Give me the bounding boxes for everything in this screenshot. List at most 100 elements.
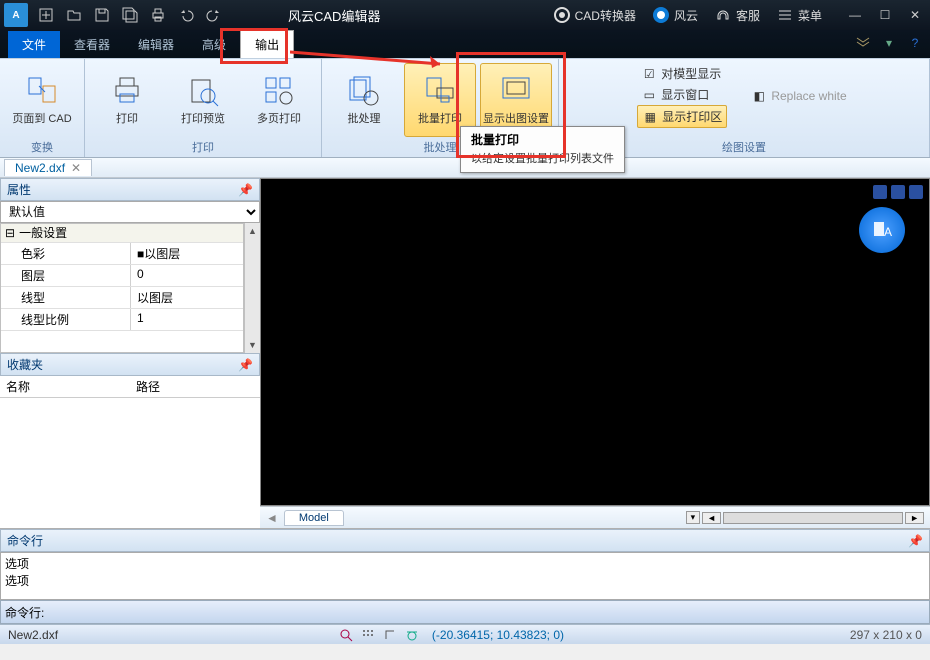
window-icon: ▭ (641, 87, 657, 103)
menu-icon (776, 6, 794, 24)
property-row[interactable]: 色彩■以图层 (1, 243, 243, 265)
command-input-row: 命令行: (0, 600, 930, 624)
qat-new-icon[interactable] (34, 3, 58, 27)
qat-undo-icon[interactable] (174, 3, 198, 27)
favorites-list (0, 398, 260, 528)
layout-tab-model[interactable]: Model (284, 510, 344, 526)
qat-save-icon[interactable] (90, 3, 114, 27)
view-cube-badge[interactable]: A (859, 207, 905, 253)
close-button[interactable]: ✕ (900, 2, 930, 28)
hscroll-right-icon[interactable]: ► (905, 512, 924, 524)
chk-replace-white[interactable]: ◧Replace white (747, 86, 850, 106)
status-coordinates: (-20.36415; 10.43823; 0) (426, 628, 570, 642)
link-cad-converter[interactable]: CAD转换器 (553, 6, 636, 24)
panel-favorites-header[interactable]: 收藏夹 📌 (0, 353, 260, 376)
command-input[interactable] (44, 603, 925, 621)
ribbon-group-convert: 页面到 CAD 变换 (0, 59, 85, 157)
status-tool-ortho-icon[interactable] (382, 627, 398, 643)
ribbon-help-icon[interactable]: ? (906, 34, 924, 52)
ribbon-tab-viewer[interactable]: 查看器 (60, 31, 124, 58)
btn-multi-print[interactable]: 多页打印 (243, 63, 315, 137)
maximize-button[interactable]: ☐ (870, 2, 900, 28)
pin-icon[interactable]: 📌 (238, 358, 253, 372)
properties-section[interactable]: ⊟ 一般设置 (1, 224, 243, 243)
properties-selector[interactable]: 默认值 (0, 201, 260, 223)
hscroll-left-icon[interactable]: ◄ (702, 512, 721, 524)
panel-properties-header[interactable]: 属性 📌 (0, 178, 260, 201)
replace-white-icon: ◧ (751, 88, 767, 104)
hscroll-track[interactable] (723, 512, 903, 524)
ribbon-tab-output[interactable]: 输出 (240, 30, 294, 58)
favorites-col-name[interactable]: 名称 (0, 376, 130, 397)
print-preview-icon (186, 74, 220, 108)
converter-icon (553, 6, 571, 24)
pin-icon[interactable]: 📌 (238, 183, 253, 197)
qat-print-icon[interactable] (146, 3, 170, 27)
document-tab[interactable]: New2.dxf ✕ (4, 159, 92, 176)
ribbon-tab-file[interactable]: 文件 (8, 31, 60, 58)
layout-tab-prev-icon[interactable]: ◄ (266, 511, 278, 525)
batch-icon (347, 74, 381, 108)
link-support[interactable]: 客服 (714, 6, 760, 24)
ribbon-dropdown-icon[interactable]: ▾ (880, 34, 898, 52)
headset-icon (714, 6, 732, 24)
pin-icon[interactable]: 📌 (908, 534, 923, 548)
app-logo: A (4, 3, 28, 27)
qat-redo-icon[interactable] (202, 3, 226, 27)
svg-text:A: A (884, 225, 892, 239)
scroll-up-icon[interactable]: ▲ (245, 223, 260, 239)
status-tool-tangent-icon[interactable] (404, 627, 420, 643)
qat-saveall-icon[interactable] (118, 3, 142, 27)
app-title: 风云CAD编辑器 (288, 6, 380, 25)
document-tab-close-icon[interactable]: ✕ (71, 161, 81, 175)
printarea-icon: ▦ (642, 109, 658, 125)
viewport-max-icon[interactable] (891, 185, 905, 199)
ribbon-tab-advanced[interactable]: 高级 (188, 31, 240, 58)
minimize-button[interactable]: — (840, 2, 870, 28)
link-fengyun[interactable]: 风云 (652, 6, 698, 24)
view-cube-icon: A (870, 218, 894, 242)
tooltip-batch-print: 批量打印 以给定设置批量打印列表文件 (460, 126, 625, 173)
layout-tab-menu-icon[interactable]: ▾ (686, 511, 701, 524)
property-row[interactable]: 线型比例1 (1, 309, 243, 331)
qat-open-icon[interactable] (62, 3, 86, 27)
ribbon-group-print: 打印 打印预览 多页打印 打印 (85, 59, 322, 157)
layout-tab-strip: ◄ Model ▾ ◄ ► (260, 506, 930, 528)
btn-print[interactable]: 打印 (91, 63, 163, 137)
drawing-canvas[interactable]: A (260, 178, 930, 506)
command-output: 选项 选项 (0, 552, 930, 600)
property-row[interactable]: 线型以图层 (1, 287, 243, 309)
checkbox-icon: ☑ (641, 66, 657, 82)
multi-print-icon (262, 74, 296, 108)
ribbon-tab-editor[interactable]: 编辑器 (124, 31, 188, 58)
command-panel: 命令行 📌 选项 选项 命令行: (0, 528, 930, 624)
favorites-columns: 名称 路径 (0, 376, 260, 398)
properties-grid: ⊟ 一般设置 色彩■以图层 图层0 线型以图层 线型比例1 (0, 223, 244, 353)
chk-show-window[interactable]: ▭显示窗口 (637, 84, 727, 105)
btn-batch[interactable]: 批处理 (328, 63, 400, 137)
status-tool-grid-icon[interactable] (360, 627, 376, 643)
fengyun-icon (652, 6, 670, 24)
link-menu[interactable]: 菜单 (776, 6, 822, 24)
page-to-cad-icon (25, 74, 59, 108)
print-icon (110, 74, 144, 108)
command-panel-header[interactable]: 命令行 📌 (0, 529, 930, 552)
status-bar: New2.dxf (-20.36415; 10.43823; 0) 297 x … (0, 624, 930, 644)
collapse-icon[interactable]: ⊟ (1, 224, 19, 242)
status-tool-search-icon[interactable] (338, 627, 354, 643)
viewport-controls (873, 185, 923, 199)
properties-scrollbar[interactable]: ▲ ▼ (244, 223, 260, 353)
btn-page-to-cad[interactable]: 页面到 CAD (6, 63, 78, 137)
plot-settings-icon (499, 74, 533, 108)
chk-model-display[interactable]: ☑对模型显示 (637, 63, 727, 84)
viewport-close-icon[interactable] (909, 185, 923, 199)
property-row[interactable]: 图层0 (1, 265, 243, 287)
btn-print-preview[interactable]: 打印预览 (167, 63, 239, 137)
scroll-down-icon[interactable]: ▼ (245, 337, 260, 353)
ribbon-customize-icon[interactable] (854, 34, 872, 52)
chk-show-print-area[interactable]: ▦显示打印区 (637, 105, 727, 128)
favorites-col-path[interactable]: 路径 (130, 376, 260, 397)
ribbon-tab-strip: 文件 查看器 编辑器 高级 输出 ▾ ? (0, 30, 930, 58)
viewport-min-icon[interactable] (873, 185, 887, 199)
command-prompt-label: 命令行: (5, 604, 44, 621)
